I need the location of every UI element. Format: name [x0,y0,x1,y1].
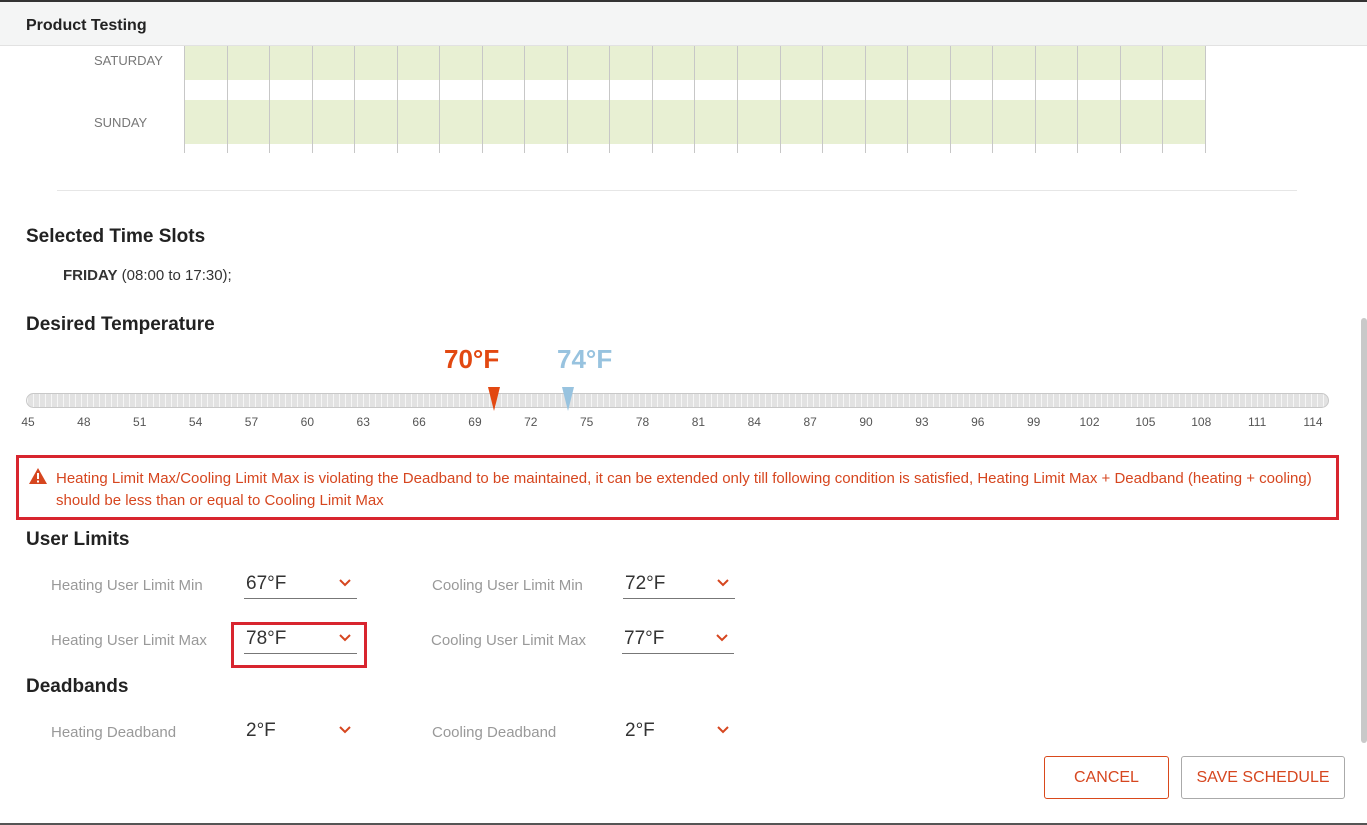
grid-line [1035,46,1036,153]
scale-tick-label: 111 [1248,415,1267,429]
grid-line [992,46,993,153]
scale-tick-label: 105 [1135,415,1156,429]
grid-line [1120,46,1121,153]
scale-tick-label: 114 [1303,415,1323,429]
scale-tick-label: 72 [524,415,538,429]
selected-time-slots-title: Selected Time Slots [26,226,206,247]
scale-tick-label: 90 [859,415,873,429]
heating-deadband-select[interactable]: 2°F [244,716,357,746]
cooling-setpoint-label: 74°F [557,344,613,374]
scale-tick-label: 45 [21,415,35,429]
save-schedule-button[interactable]: SAVE SCHEDULE [1181,756,1345,799]
grid-line [907,46,908,153]
scale-tick-label: 66 [412,415,426,429]
deadband-error-alert: Heating Limit Max/Cooling Limit Max is v… [16,455,1339,520]
alert-message: Heating Limit Max/Cooling Limit Max is v… [56,470,1312,509]
grid-line [737,46,738,153]
grid-line [184,46,185,153]
cancel-button[interactable]: CANCEL [1044,756,1169,799]
scale-tick-label: 96 [971,415,985,429]
scale-tick-label: 54 [188,415,203,429]
section-divider [57,190,1297,191]
scale-tick-label: 78 [635,415,650,429]
grid-line [865,46,866,153]
scrollbar[interactable] [1361,318,1367,743]
grid-line [524,46,525,153]
grid-line [354,46,355,153]
grid-line [609,46,610,153]
cooling-user-limit-min-label: Cooling User Limit Min [432,577,583,594]
chevron-down-icon [717,726,729,734]
heating-deadband-label: Heating Deadband [51,724,177,741]
cooling-deadband-label: Cooling Deadband [432,724,557,741]
chevron-down-icon [339,726,351,734]
cooling-deadband-select[interactable]: 2°F [623,716,735,746]
scale-tick-label: 102 [1079,415,1100,429]
scale-tick-label: 63 [356,415,370,429]
grid-line [780,46,781,153]
grid-line [312,46,313,153]
desired-temperature-title: Desired Temperature [26,314,215,335]
scale-tick-label: 93 [915,415,929,429]
warning-icon [29,468,47,484]
selected-slot-range: (08:00 to 17:30); [117,267,232,284]
cooling-setpoint-handle[interactable] [562,387,575,411]
heating-user-limit-min-value: 67°F [246,573,287,594]
heating-user-limit-min-label: Heating User Limit Min [51,577,203,594]
scale-tick-label: 51 [133,415,147,429]
cooling-user-limit-max-value: 77°F [624,628,665,649]
error-field-highlight [231,622,367,668]
grid-line [652,46,653,153]
grid-line [269,46,270,153]
heating-user-limit-max-label: Heating User Limit Max [51,632,207,649]
grid-line [822,46,823,153]
scale-tick-label: 75 [580,415,594,429]
scale-tick-label: 48 [77,415,91,429]
scale-tick-label: 57 [244,415,259,429]
grid-line [1205,46,1206,153]
day-label-sunday: SUNDAY [94,115,148,130]
chevron-down-icon [717,579,729,587]
heating-setpoint-label: 70°F [444,344,500,374]
scale-tick-label: 99 [1026,415,1041,429]
grid-line [567,46,568,153]
chevron-down-icon [339,579,351,587]
scale-tick-label: 81 [691,415,706,429]
scale-tick-label: 84 [747,415,761,429]
heating-user-limit-min-select[interactable]: 67°F [244,569,357,599]
scale-tick-label: 87 [803,415,817,429]
grid-line [950,46,951,153]
scale-tick-label: 108 [1191,415,1212,429]
cooling-user-limit-max-label: Cooling User Limit Max [431,632,587,649]
temperature-slider-track[interactable] [26,393,1329,408]
chevron-down-icon [716,634,728,642]
heating-setpoint-handle[interactable] [487,387,500,411]
deadbands-title: Deadbands [26,676,129,697]
selected-slot-day: FRIDAY [63,267,118,284]
grid-line [227,46,228,153]
day-label-saturday: SATURDAY [94,53,163,68]
cooling-user-limit-min-value: 72°F [625,573,666,594]
grid-line [1077,46,1078,153]
cooling-deadband-value: 2°F [625,720,655,741]
app-title: Product Testing [26,17,147,34]
schedule-grid: SATURDAY SUNDAY [0,46,1367,156]
selected-slot: FRIDAY (08:00 to 17:30); [63,267,232,284]
scale-tick-label: 60 [300,415,315,429]
grid-line [397,46,398,153]
grid-line [694,46,695,153]
grid-line [439,46,440,153]
scale-tick-label: 69 [468,415,482,429]
heating-deadband-value: 2°F [246,720,276,741]
header-bar: Product Testing [0,0,1367,46]
user-limits-title: User Limits [26,529,130,550]
cooling-user-limit-max-select[interactable]: 77°F [622,624,734,654]
cooling-user-limit-min-select[interactable]: 72°F [623,569,735,599]
grid-line [1162,46,1163,153]
grid-line [482,46,483,153]
